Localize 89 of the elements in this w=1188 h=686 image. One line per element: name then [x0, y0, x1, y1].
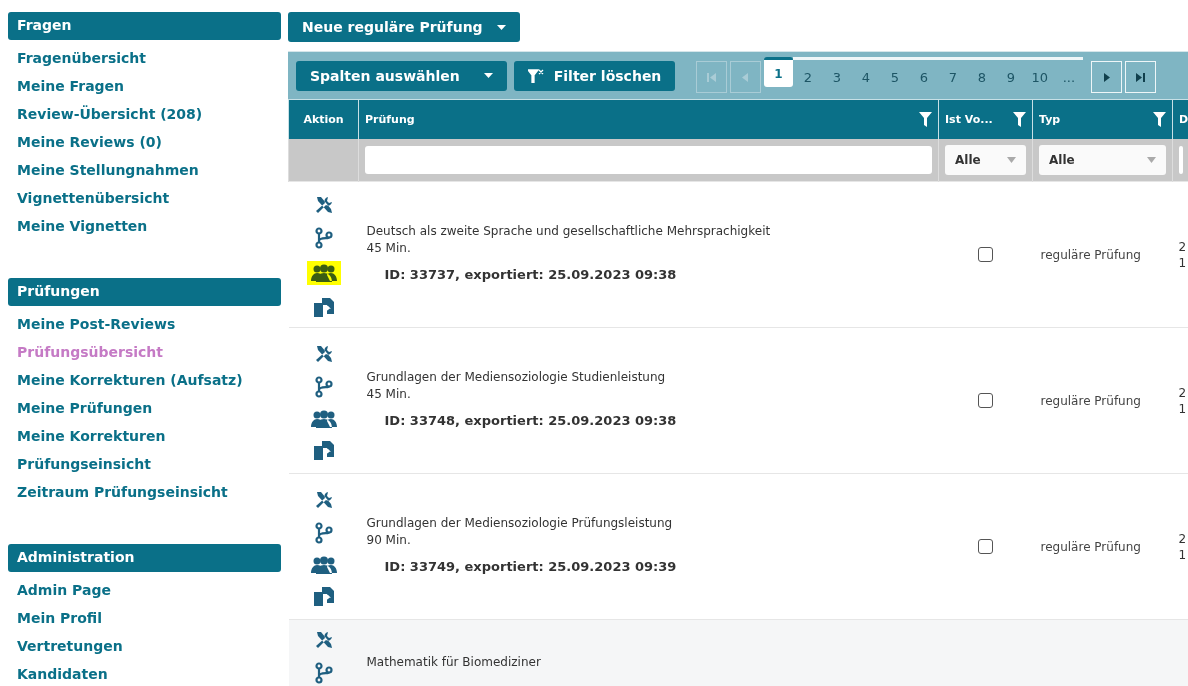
- exam-duration: 45 Min.: [366, 239, 412, 257]
- column-header[interactable]: D: [1172, 99, 1188, 139]
- page-button[interactable]: 4: [851, 57, 881, 94]
- prev-page-icon: [741, 72, 751, 82]
- sidebar-link[interactable]: Review-Übersicht (208): [8, 100, 281, 128]
- sidebar-link[interactable]: Meine Prüfungen: [8, 394, 281, 422]
- table-cell-text: 2: [1178, 384, 1188, 401]
- sidebar-link[interactable]: Admin Page: [8, 576, 281, 604]
- page-button[interactable]: 7: [938, 57, 968, 94]
- exam-type: reguläre Prüfung: [1039, 539, 1142, 554]
- branch-icon[interactable]: [314, 375, 333, 398]
- checkbox[interactable]: [978, 247, 993, 262]
- documents-icon[interactable]: [312, 439, 335, 460]
- columns-button[interactable]: Spalten auswählen: [296, 60, 507, 91]
- last-page-button[interactable]: [1125, 61, 1157, 93]
- page-button[interactable]: 2: [793, 57, 823, 94]
- filter-field[interactable]: [1179, 146, 1183, 174]
- caret-icon: [496, 24, 506, 30]
- sidebar-link[interactable]: Meine Fragen: [8, 72, 281, 100]
- sidebar-link[interactable]: Zeitraum Prüfungseinsicht: [8, 478, 281, 506]
- sidebar-link[interactable]: Mein Profil: [8, 604, 281, 632]
- sidebar-link[interactable]: Fragenübersicht: [8, 44, 281, 72]
- export-info: ID: 33737, exportiert: 25.09.2023 09:38: [384, 265, 678, 283]
- export-info: ID: 33748, exportiert: 25.09.2023 09:38: [384, 411, 678, 429]
- checkbox[interactable]: [978, 393, 993, 408]
- exam-title[interactable]: Grundlagen der Mediensoziologie Prüfungsleistung: [366, 514, 939, 532]
- next-page-button[interactable]: [1091, 61, 1123, 93]
- export-info: ID: 33749, exportiert: 25.09.2023 09:39: [384, 557, 678, 575]
- checkbox[interactable]: [978, 539, 993, 554]
- section-header: Fragen: [8, 12, 281, 40]
- exam-type: reguläre Prüfung: [1039, 393, 1142, 408]
- clear-filter-icon: [527, 68, 544, 83]
- new-exam-button[interactable]: Neue reguläre Prüfung: [288, 12, 520, 42]
- exam-duration: 45 Min.: [366, 385, 412, 403]
- dropdown-arrow-icon: [1147, 157, 1156, 163]
- table-cell-text: 1: [1178, 546, 1188, 563]
- column-header[interactable]: Aktion: [288, 99, 359, 139]
- caret-icon: [483, 73, 493, 78]
- group-icon[interactable]: [306, 260, 341, 285]
- exam-duration: 90 Min.: [366, 531, 412, 549]
- page-button[interactable]: 1: [764, 57, 794, 87]
- more-pages-button[interactable]: ...: [1054, 57, 1084, 94]
- sidebar-link[interactable]: Meine Reviews (0): [8, 128, 281, 156]
- section-header: Prüfungen: [8, 278, 281, 306]
- sidebar-link[interactable]: Vertretungen: [8, 632, 281, 660]
- filter-icon[interactable]: [1153, 112, 1166, 127]
- sidebar-link[interactable]: Prüfungseinsicht: [8, 450, 281, 478]
- filter-dropdown[interactable]: Alle: [945, 145, 1026, 175]
- last-page-icon: [1136, 72, 1146, 82]
- sidebar-link[interactable]: Prüfungsübersicht: [8, 338, 281, 366]
- dropdown-arrow-icon: [1007, 157, 1016, 163]
- table-cell-text: 1: [1178, 254, 1188, 271]
- table-cell-text: 2: [1178, 530, 1188, 547]
- filter-icon[interactable]: [919, 112, 932, 127]
- sidebar-link[interactable]: Meine Vignetten: [8, 212, 281, 240]
- sidebar-link[interactable]: Meine Korrekturen: [8, 422, 281, 450]
- exam-title[interactable]: Grundlagen der Mediensoziologie Studienleistung: [366, 368, 939, 386]
- column-header[interactable]: Typ: [1032, 99, 1173, 139]
- exam-type: reguläre Prüfung: [1039, 247, 1142, 262]
- column-header[interactable]: Ist Vo...: [938, 99, 1033, 139]
- page-button[interactable]: 3: [822, 57, 852, 94]
- page-button[interactable]: 5: [880, 57, 910, 94]
- branch-icon[interactable]: [314, 521, 333, 544]
- column-header[interactable]: Prüfung: [358, 99, 939, 139]
- group-icon[interactable]: [310, 409, 337, 428]
- page-button[interactable]: 6: [909, 57, 939, 94]
- table-cell-text: 1: [1178, 400, 1188, 417]
- group-icon[interactable]: [310, 555, 337, 574]
- filter-icon[interactable]: [1013, 112, 1026, 127]
- sidebar-link[interactable]: Meine Post-Reviews: [8, 310, 281, 338]
- documents-icon[interactable]: [312, 296, 335, 317]
- first-page-icon: [707, 72, 717, 82]
- page-button[interactable]: 8: [967, 57, 997, 94]
- sidebar-link[interactable]: Meine Stellungnahmen: [8, 156, 281, 184]
- sidebar-link[interactable]: Kandidaten: [8, 660, 281, 686]
- branch-icon[interactable]: [314, 226, 333, 249]
- section-header: Administration: [8, 544, 281, 572]
- sidebar-link[interactable]: Vignettenübersicht: [8, 184, 281, 212]
- sidebar-link[interactable]: Meine Korrekturen (Aufsatz): [8, 366, 281, 394]
- filter-dropdown[interactable]: Alle: [1039, 145, 1166, 175]
- exam-title[interactable]: Deutsch als zweite Sprache und gesellschaftliche Mehrsprachigkeit: [366, 222, 939, 240]
- page-button[interactable]: 9: [996, 57, 1026, 94]
- clear-filter-button[interactable]: Filter löschen: [513, 60, 676, 91]
- next-page-icon: [1102, 72, 1112, 82]
- branch-icon[interactable]: [314, 662, 333, 684]
- page-button[interactable]: 10: [1025, 57, 1055, 94]
- filter-field[interactable]: [365, 146, 932, 174]
- documents-icon[interactable]: [312, 585, 335, 606]
- table-cell-text: 2: [1178, 238, 1188, 255]
